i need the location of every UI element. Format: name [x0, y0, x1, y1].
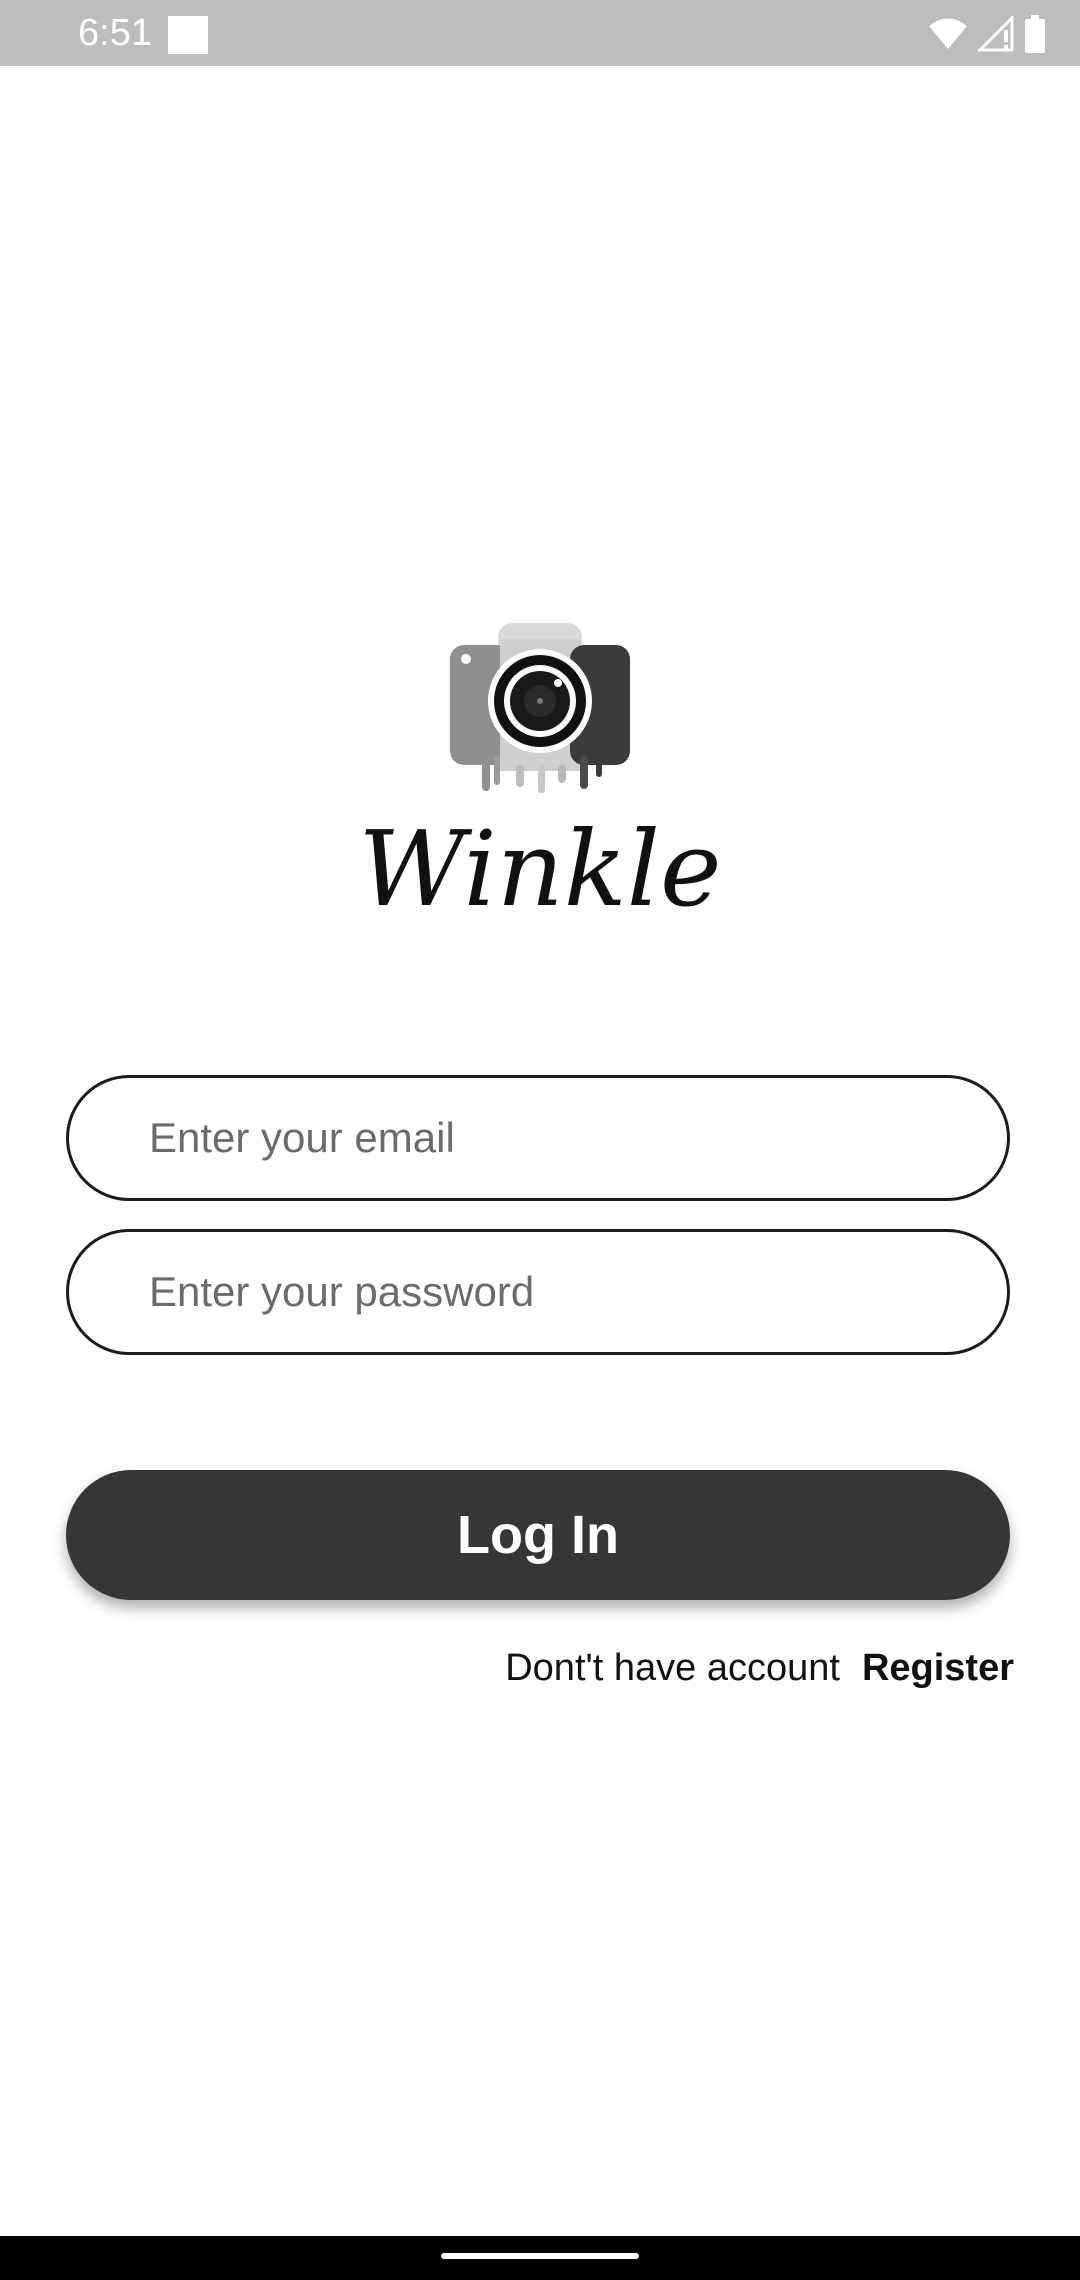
status-time: 6:51 [78, 12, 152, 54]
brand-logotype: Winkle [358, 808, 721, 930]
camera-icon [450, 623, 630, 793]
wifi-icon [929, 18, 967, 49]
navigation-bar [0, 2236, 1080, 2280]
home-gesture-handle[interactable] [441, 2253, 639, 2259]
register-row: Dont't have account Register [505, 1640, 1014, 1696]
password-field-container[interactable] [66, 1229, 1010, 1355]
battery-icon [1025, 15, 1045, 53]
register-prompt: Dont't have account [505, 1646, 840, 1689]
notification-square-icon [168, 16, 208, 54]
login-button[interactable]: Log In [66, 1470, 1010, 1600]
register-link[interactable]: Register [862, 1647, 1014, 1690]
status-bar: 6:51 [0, 0, 1080, 66]
email-field[interactable] [149, 1078, 969, 1198]
brand-name: Winkle [358, 808, 721, 930]
signal-icon [978, 16, 1014, 52]
status-icons [928, 14, 1046, 54]
email-field-container[interactable] [66, 1075, 1010, 1201]
password-field[interactable] [149, 1232, 969, 1352]
login-screen: 6:51 Winkle Enter your email Log In Dont… [0, 0, 1080, 2280]
